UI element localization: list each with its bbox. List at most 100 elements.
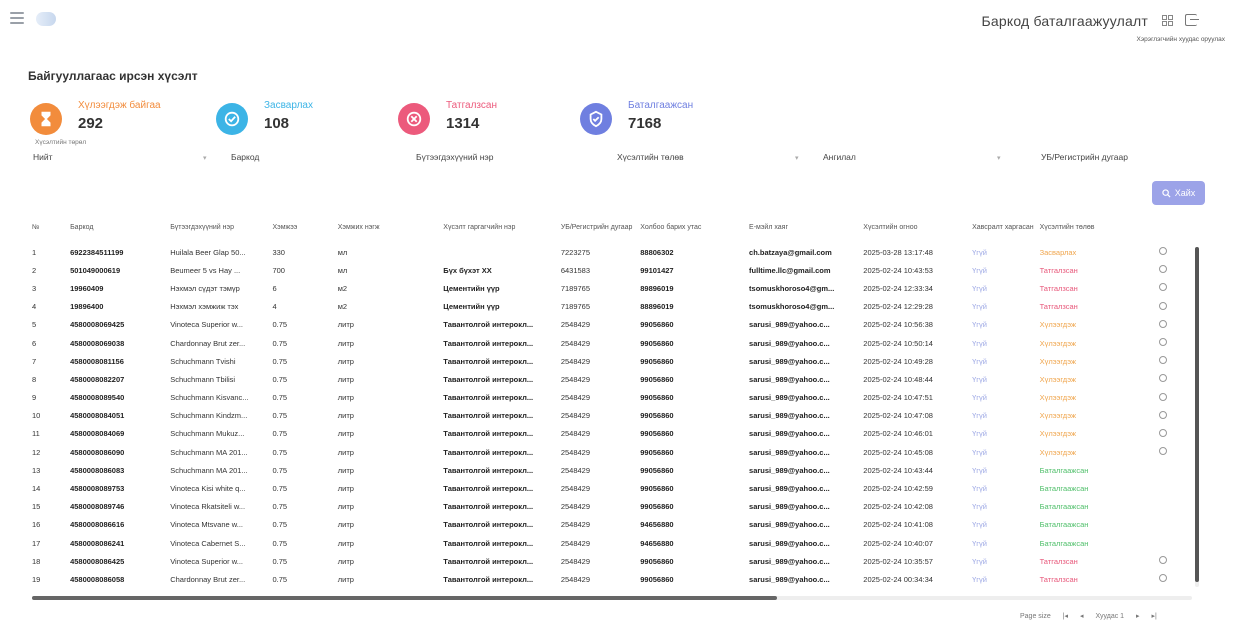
table-row[interactable]: 6 4580008069038 Chardonnay Brut zer... 0.75… [30, 334, 1190, 352]
stat-label: Татгалзсан [446, 100, 497, 111]
settings-icon[interactable] [1159, 410, 1168, 419]
filter-status[interactable]: Хүсэлтийн төлөв ▾ [617, 152, 802, 166]
table-row[interactable]: 9 4580008089540 Schuchmann Kisvanc... 0.75 л… [30, 389, 1190, 407]
column-header[interactable]: Холбоо барих утас [638, 213, 747, 243]
table-row[interactable]: 3 19960409 Нэхмэл сүдэт тэмүр 6 м2 Цементийн … [30, 279, 1190, 297]
table-row[interactable]: 1 6922384511199 Huilala Beer Glap 50... 330… [30, 243, 1190, 261]
prev-page-icon[interactable]: ◂ [1080, 613, 1084, 620]
column-header[interactable]: Хүсэлт гаргагчийн нэр [441, 213, 559, 243]
table-row[interactable]: 19 4580008086058 Chardonnay Brut zer... 0.7… [30, 570, 1190, 588]
edit-icon[interactable] [1157, 479, 1190, 497]
filter-barcode[interactable]: Баркод [231, 152, 406, 166]
table-cell: 2025-02-24 10:43:44 [863, 465, 933, 475]
logout-icon[interactable] [1185, 14, 1199, 26]
edit-icon[interactable] [1157, 498, 1190, 516]
table-row[interactable]: 10 4580008084051 Schuchmann Kindzm... 0.75 л… [30, 407, 1190, 425]
last-page-icon[interactable]: ▸| [1152, 613, 1157, 620]
settings-icon[interactable] [1159, 392, 1168, 401]
vertical-scrollbar[interactable] [1195, 247, 1199, 587]
settings-icon[interactable] [1159, 265, 1168, 274]
edit-icon[interactable] [1157, 279, 1190, 297]
edit-icon[interactable] [1157, 298, 1190, 316]
table-cell: м2 [337, 302, 348, 312]
column-header[interactable]: № [30, 213, 68, 243]
column-header[interactable]: Баркод [68, 213, 168, 243]
column-header[interactable]: Е-мэйл хаяг [747, 213, 861, 243]
table-row[interactable]: 11 4580008084069 Schuchmann Mukuz... 0.75 ли… [30, 425, 1190, 443]
horizontal-scrollbar[interactable] [32, 596, 1192, 600]
edit-icon[interactable] [1157, 570, 1190, 588]
table-row[interactable]: 7 4580008081156 Schuchmann Tvishi 0.75 литр Т… [30, 352, 1190, 370]
table-row[interactable]: 14 4580008089753 Vinoteca Kisi white q... 0… [30, 479, 1190, 497]
first-page-icon[interactable]: |◂ [1063, 613, 1068, 620]
table-cell: 0.75 [272, 393, 288, 403]
column-header[interactable]: Хэмжээ [270, 213, 335, 243]
settings-icon[interactable] [1159, 356, 1168, 365]
edit-icon[interactable] [1157, 534, 1190, 552]
grid-icon[interactable] [1162, 15, 1173, 26]
edit-icon[interactable] [1157, 352, 1190, 370]
settings-icon[interactable] [1159, 247, 1168, 256]
edit-icon[interactable] [1157, 443, 1190, 461]
table-cell: 2548429 [560, 520, 591, 530]
table-row[interactable]: 12 4580008086090 Schuchmann MA 201... 0.75 л… [30, 443, 1190, 461]
table-cell: 13 [32, 465, 41, 475]
edit-icon[interactable] [1157, 243, 1190, 261]
table-cell: Үгүй [972, 411, 987, 421]
table-cell: 12 [32, 447, 41, 457]
settings-icon[interactable] [1159, 447, 1168, 456]
table-cell: 2548429 [560, 538, 591, 548]
settings-icon[interactable] [1159, 556, 1168, 565]
column-header[interactable]: Хэмжих нэгж [336, 213, 442, 243]
edit-icon[interactable] [1157, 407, 1190, 425]
filter-category[interactable]: Ангилал ▾ [823, 152, 1008, 166]
table-cell: 19 [32, 574, 41, 584]
settings-icon[interactable] [1159, 301, 1168, 310]
table-row[interactable]: 18 4580008086425 Vinoteca Superior w... 0.7… [30, 552, 1190, 570]
search-button[interactable]: Хайх [1152, 181, 1205, 205]
table-row[interactable]: 13 4580008086083 Schuchmann MA 201... 0.75 л… [30, 461, 1190, 479]
table-row[interactable]: 4 19896400 Нэхмэл хэмжиж тэх 4 м2 Цементийн ү… [30, 298, 1190, 316]
filter-product-name[interactable]: Бүтээгдэхүүний нэр [416, 152, 601, 166]
settings-icon[interactable] [1159, 374, 1168, 383]
filter-register[interactable]: УБ/Регистрийн дугаар [1041, 152, 1201, 166]
edit-icon[interactable] [1157, 316, 1190, 334]
edit-icon[interactable] [1157, 425, 1190, 443]
edit-icon[interactable] [1157, 334, 1190, 352]
column-header[interactable]: Хүсэлтийн төлөв [1038, 213, 1158, 243]
edit-icon[interactable] [1157, 461, 1190, 479]
filter-type[interactable]: Нийт ▾ [33, 152, 213, 166]
column-header[interactable] [1157, 213, 1190, 243]
settings-icon[interactable] [1159, 574, 1168, 583]
table-cell: 1 [32, 247, 37, 257]
edit-icon[interactable] [1157, 552, 1190, 570]
column-header[interactable]: Хавсралт харгасан [970, 213, 1037, 243]
table-row[interactable]: 8 4580008082207 Schuchmann Tbilisi 0.75 литр… [30, 370, 1190, 388]
table-row[interactable]: 17 4580008086241 Vinoteca Cabernet S... 0.7… [30, 534, 1190, 552]
edit-icon[interactable] [1157, 516, 1190, 534]
table-row[interactable]: 5 4580008069425 Vinoteca Superior w... 0.75… [30, 316, 1190, 334]
table-cell: 0.75 [272, 538, 288, 548]
column-header[interactable]: УБ/Регистрийн дугаар [559, 213, 638, 243]
table-cell: 2025-02-24 10:40:07 [863, 538, 933, 548]
table-row[interactable]: 2 501049000619 Beumeer 5 vs Hay ... 700 мл Бү… [30, 261, 1190, 279]
edit-icon[interactable] [1157, 261, 1190, 279]
table-cell: 99056860 [640, 393, 674, 403]
edit-icon[interactable] [1157, 370, 1190, 388]
edit-icon[interactable] [1157, 389, 1190, 407]
settings-icon[interactable] [1159, 428, 1168, 437]
table-row[interactable]: 15 4580008089746 Vinoteca Rkatsiteli w... 0… [30, 498, 1190, 516]
menu-icon[interactable] [10, 12, 24, 24]
table-row[interactable]: 16 4580008086616 Vinoteca Mtsvane w... 0.75… [30, 516, 1190, 534]
table-cell: Vinoteca Mtsvane w... [170, 520, 244, 530]
settings-icon[interactable] [1159, 338, 1168, 347]
column-header[interactable]: Бүтээгдэхүүний нэр [168, 213, 270, 243]
table-cell: 2025-02-24 10:47:08 [863, 411, 933, 421]
table-cell: 4 [32, 302, 37, 312]
next-page-icon[interactable]: ▸ [1136, 613, 1140, 620]
table-cell: 2548429 [560, 447, 591, 457]
column-header[interactable]: Хүсэлтийн огноо [861, 213, 970, 243]
settings-icon[interactable] [1159, 319, 1168, 328]
page-size-label[interactable]: Page size [1020, 613, 1051, 620]
settings-icon[interactable] [1159, 283, 1168, 292]
